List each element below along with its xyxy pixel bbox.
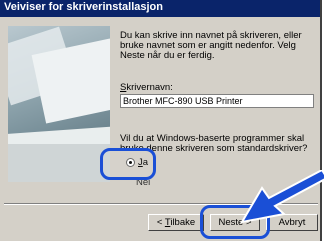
wizard-illustration [8, 26, 110, 182]
printer-name-input[interactable]: Brother MFC-890 USB Printer [120, 94, 314, 108]
pointer-arrow-icon [240, 170, 324, 224]
back-button[interactable]: < Tilbake [148, 214, 204, 231]
installer-window: Veiviser for skriverinstallasjon Du kan … [0, 0, 324, 241]
illustration-printer-body [8, 144, 110, 182]
intro-text: Du kan skrive inn navnet på skriveren, e… [120, 30, 302, 61]
title-bar: Veiviser for skriverinstallasjon [0, 0, 320, 17]
radio-highlight-ring [100, 148, 156, 180]
window-title: Veiviser for skriverinstallasjon [4, 1, 163, 13]
printer-name-label: Skrivernavn: [120, 83, 173, 93]
back-button-prefix: < [156, 217, 165, 228]
back-button-rest: ilbake [170, 217, 196, 228]
printer-name-label-rest: krivernavn: [126, 82, 173, 93]
